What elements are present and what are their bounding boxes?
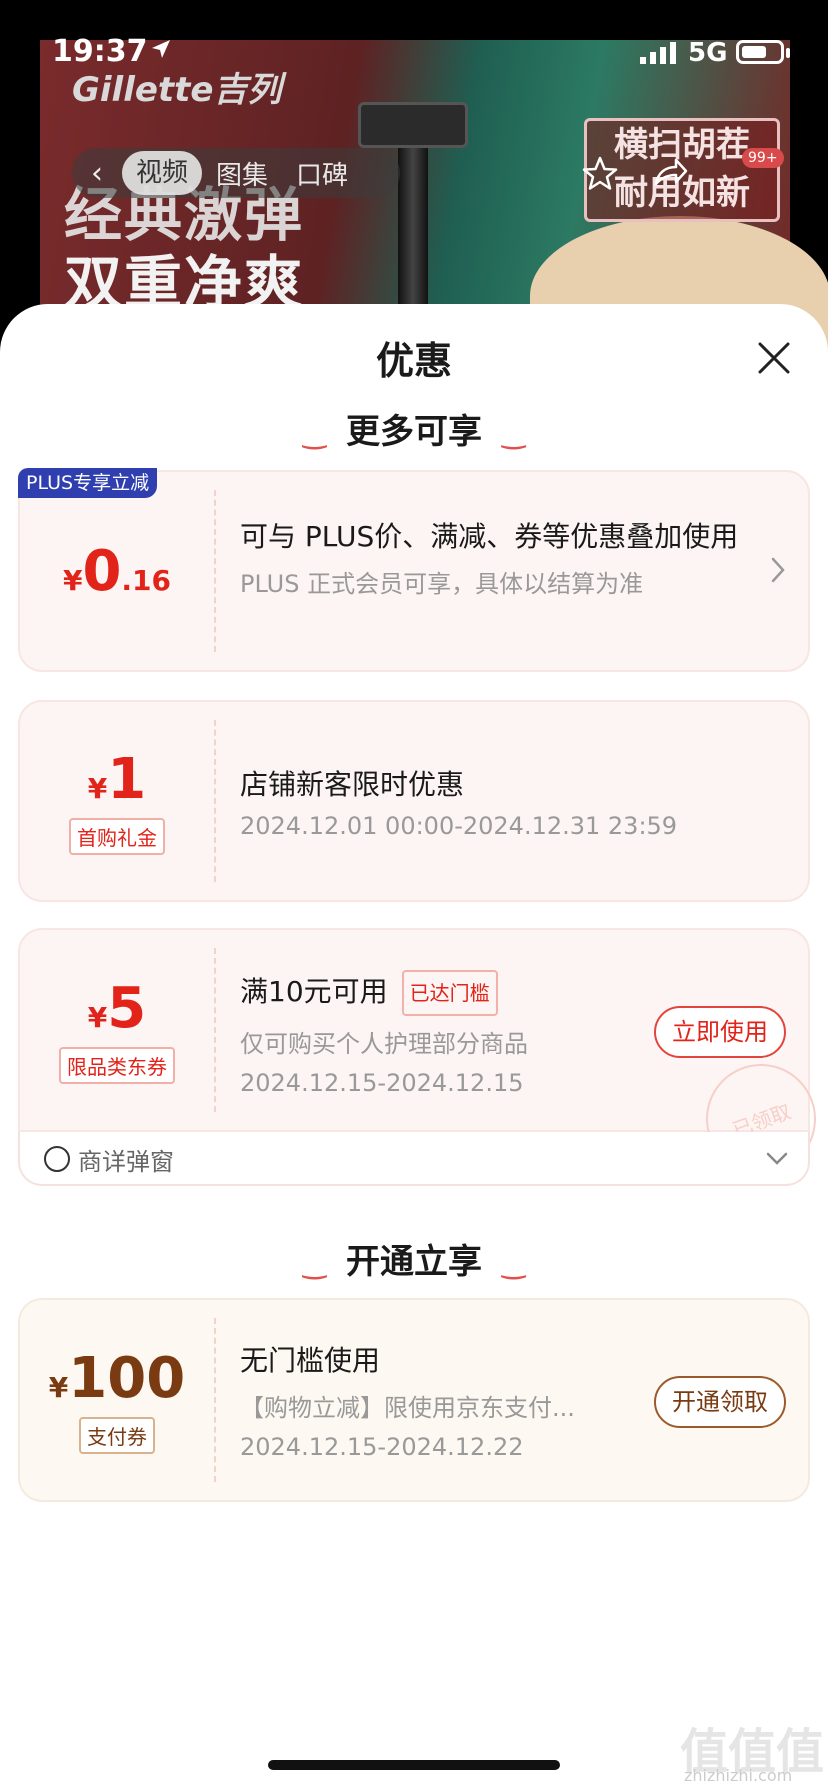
share-icon[interactable] (650, 154, 690, 194)
plus-price-block: ¥0.16 (62, 538, 172, 604)
coupon-threshold: 满10元可用 (240, 975, 388, 1008)
plus-note: PLUS 正式会员可享，具体以结算为准 (240, 570, 644, 598)
media-tabs: ‹ 视频 图集 口碑 (72, 148, 400, 198)
chevron-down-icon[interactable] (766, 1152, 788, 1166)
chevron-right-icon[interactable] (770, 556, 786, 584)
home-indicator[interactable] (268, 1760, 560, 1770)
coupon-amount: 5 (107, 976, 147, 1041)
category-coupon-tag: 限品类东券 (59, 1047, 175, 1084)
decor-curl-icon: ‿ (302, 417, 326, 450)
new-customer-amount: 1 (107, 747, 147, 812)
use-now-button[interactable]: 立即使用 (654, 1006, 786, 1058)
decor-curl-icon: ‿ (302, 1247, 326, 1280)
status-bar: 19:37 5G (0, 0, 828, 96)
plus-price-int: 0 (82, 538, 122, 604)
plus-badge: PLUS专享立减 (18, 468, 158, 498)
decor-curl-icon: ‿ (502, 417, 526, 450)
plus-discount-card[interactable]: ¥0.16 可与 PLUS价、满减、券等优惠叠加使用 PLUS 正式会员可享，具… (18, 470, 810, 672)
tab-gallery[interactable]: 图集 (202, 155, 282, 192)
coupon-footer-row[interactable]: 商详弹窗 (18, 1132, 810, 1186)
location-arrow-icon (152, 40, 170, 58)
tab-video[interactable]: 视频 (122, 151, 203, 195)
payment-coupon-title: 无门槛使用 (240, 1344, 381, 1377)
section-more-header: ‿ 更多可享 ‿ (0, 404, 828, 453)
watermark-url: zhizhizhi.com (684, 1766, 793, 1785)
footer-label: 商详弹窗 (78, 1148, 174, 1176)
payment-coupon-amount: 100 (68, 1346, 186, 1411)
plus-price-dec: .16 (121, 563, 172, 597)
payment-coupon-desc: 【购物立减】限使用京东支付... (240, 1394, 575, 1422)
coupon-period: 2024.12.15-2024.12.15 (240, 1069, 524, 1097)
payment-coupon-card[interactable]: ¥100 支付券 无门槛使用 【购物立减】限使用京东支付... 2024.12.… (18, 1298, 810, 1502)
back-icon[interactable]: ‹ (72, 156, 122, 191)
store-icon (44, 1146, 70, 1172)
payment-coupon-tag: 支付券 (79, 1417, 155, 1454)
signal-icon (640, 42, 676, 64)
status-time: 19:37 (52, 34, 148, 69)
payment-coupon-period: 2024.12.15-2024.12.22 (240, 1433, 524, 1461)
first-purchase-tag: 首购礼金 (69, 818, 165, 855)
plus-description: 可与 PLUS价、满减、券等优惠叠加使用 (240, 520, 739, 553)
review-count-badge: 99+ (742, 148, 784, 168)
section-open-header: ‿ 开通立享 ‿ (0, 1234, 828, 1283)
threshold-met-badge: 已达门槛 (401, 970, 498, 1016)
new-customer-title: 店铺新客限时优惠 (240, 768, 465, 801)
network-type: 5G (688, 38, 728, 68)
coupon-card[interactable]: ¥5 限品类东券 满10元可用 已达门槛 仅可购买个人护理部分商品 2024.12… (18, 928, 810, 1132)
activate-claim-button[interactable]: 开通领取 (654, 1376, 786, 1428)
close-icon[interactable] (754, 338, 794, 378)
tab-reviews[interactable]: 口碑 (282, 155, 362, 192)
new-customer-period: 2024.12.01 00:00-2024.12.31 23:59 (240, 812, 678, 840)
battery-icon (736, 40, 784, 64)
decor-curl-icon: ‿ (502, 1247, 526, 1280)
sheet-title: 优惠 (375, 339, 452, 383)
star-icon[interactable] (580, 154, 620, 194)
new-customer-card[interactable]: ¥1 首购礼金 店铺新客限时优惠 2024.12.01 00:00-2024.1… (18, 700, 810, 902)
